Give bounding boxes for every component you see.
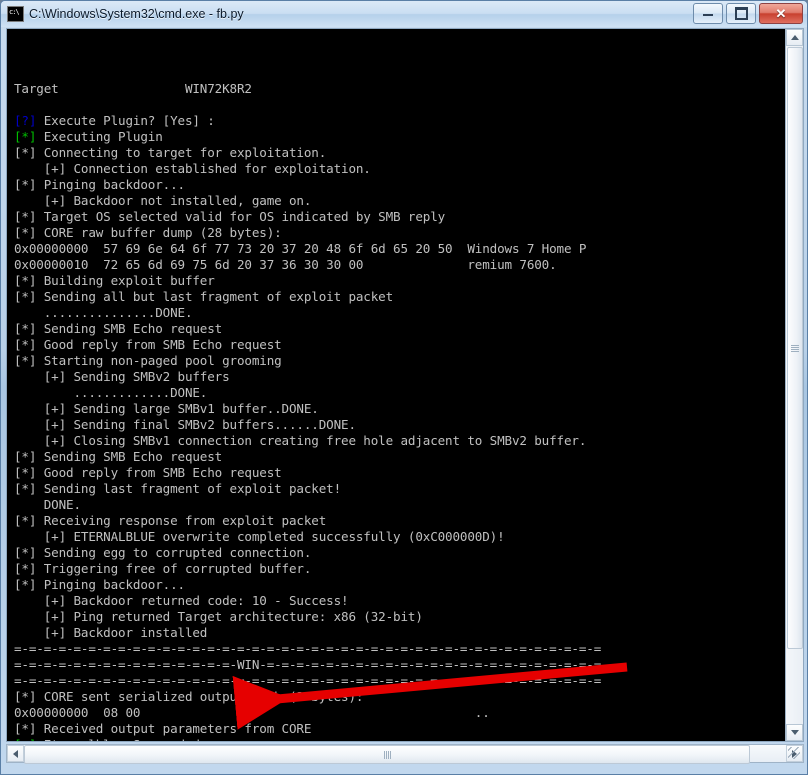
chevron-down-icon [790, 730, 799, 735]
console-line-text: Executing Plugin [36, 129, 163, 144]
vertical-scroll-thumb[interactable] [787, 47, 803, 649]
console-line: [*] Sending all but last fragment of exp… [14, 289, 394, 304]
console-line: [*] Good reply from SMB Echo request [14, 465, 282, 480]
console-line: [+] Connection established for exploitat… [14, 161, 371, 176]
console-line: DONE. [14, 497, 81, 512]
console-line: [*] Target OS selected valid for OS indi… [14, 209, 446, 224]
console-line: =-=-=-=-=-=-=-=-=-=-=-=-=-=-=-WIN-=-=-=-… [14, 657, 602, 672]
console-line: [*] Starting non-paged pool grooming [14, 353, 282, 368]
console-line: [+] Backdoor installed [14, 625, 208, 640]
console-line-text: Eternalblue Succeeded [36, 737, 200, 741]
vertical-scrollbar[interactable] [785, 29, 803, 741]
console-line: .............DONE. [14, 385, 208, 400]
console-line: [*] Sending egg to corrupted connection. [14, 545, 312, 560]
console-line: [*] Sending SMB Echo request [14, 321, 223, 336]
console-line: [?] Execute Plugin? [Yes] : [14, 113, 785, 129]
close-icon: ✕ [775, 6, 787, 21]
title-bar[interactable]: C:\Windows\System32\cmd.exe - fb.py ✕ [1, 1, 807, 27]
console-line: [*] Connecting to target for exploitatio… [14, 145, 327, 160]
console-line: [*] CORE sent serialized output blob (2 … [14, 689, 364, 704]
horizontal-scroll-thumb[interactable] [24, 745, 750, 764]
console-line: [+] Backdoor returned code: 10 - Success… [14, 593, 349, 608]
cmd-window: C:\Windows\System32\cmd.exe - fb.py ✕ Ta… [0, 0, 808, 775]
cmd-console-icon [7, 6, 24, 22]
console-line: [*] Receiving response from exploit pack… [14, 513, 327, 528]
horizontal-scroll-track[interactable] [24, 745, 786, 764]
console-line: [+] Backdoor not installed, game on. [14, 193, 312, 208]
console-line: [*] Executing Plugin [14, 129, 785, 145]
scroll-left-button[interactable] [7, 745, 24, 762]
console-line: [*] CORE raw buffer dump (28 bytes): [14, 225, 282, 240]
minimize-icon [703, 11, 713, 16]
window-title: C:\Windows\System32\cmd.exe - fb.py [29, 7, 244, 21]
grip-icon [791, 344, 799, 352]
console-line: =-=-=-=-=-=-=-=-=-=-=-=-=-=-=-=-=-=-=-=-… [14, 673, 602, 688]
maximize-icon [734, 7, 748, 20]
console-line: =-=-=-=-=-=-=-=-=-=-=-=-=-=-=-=-=-=-=-=-… [14, 641, 602, 656]
horizontal-scrollbar[interactable] [6, 744, 804, 764]
console-line: 0x00000000 57 69 6e 64 6f 77 73 20 37 20… [14, 241, 587, 256]
console-frame: Target WIN72K8R2 [?] Execute Plugin? [Ye… [6, 28, 804, 742]
console-line-prefix: [*] [14, 129, 37, 144]
console-line: [*] Sending SMB Echo request [14, 449, 223, 464]
console-line: [+] Sending large SMBv1 buffer..DONE. [14, 401, 319, 416]
console-line: [+] Sending SMBv2 buffers [14, 369, 230, 384]
chevron-up-icon [790, 35, 799, 40]
console-line: ...............DONE. [14, 305, 193, 320]
minimize-button[interactable] [693, 3, 723, 24]
maximize-button[interactable] [726, 3, 756, 24]
console-line: [+] Eternalblue Succeeded [14, 737, 785, 741]
console-line: [*] Pinging backdoor... [14, 177, 185, 192]
console-line: [*] Triggering free of corrupted buffer. [14, 561, 312, 576]
console-line: [*] Good reply from SMB Echo request [14, 337, 282, 352]
console-line-text: Execute Plugin? [Yes] : [36, 113, 215, 128]
resize-grip-icon[interactable] [788, 747, 800, 759]
close-button[interactable]: ✕ [759, 3, 803, 24]
console-output[interactable]: Target WIN72K8R2 [?] Execute Plugin? [Ye… [7, 29, 785, 741]
grip-icon [383, 750, 391, 759]
scroll-down-button[interactable] [786, 724, 803, 741]
console-line-prefix: [?] [14, 113, 37, 128]
window-controls: ✕ [693, 3, 803, 24]
console-line: [*] Received output parameters from CORE [14, 721, 312, 736]
chevron-left-icon [13, 749, 18, 758]
console-line: [*] Building exploit buffer [14, 273, 215, 288]
console-line: 0x00000010 72 65 6d 69 75 6d 20 37 36 30… [14, 257, 557, 272]
console-line: Target WIN72K8R2 [14, 81, 252, 96]
console-line-prefix: [+] [14, 737, 36, 741]
console-line: [*] Sending last fragment of exploit pac… [14, 481, 342, 496]
console-line: [+] Sending final SMBv2 buffers......DON… [14, 417, 356, 432]
scroll-up-button[interactable] [786, 29, 803, 46]
console-line: [*] Pinging backdoor... [14, 577, 185, 592]
console-line: [+] Closing SMBv1 connection creating fr… [14, 433, 587, 448]
console-line: [+] ETERNALBLUE overwrite completed succ… [14, 529, 505, 544]
console-line: 0x00000000 08 00 .. [14, 705, 490, 720]
console-line: [+] Ping returned Target architecture: x… [14, 609, 423, 624]
